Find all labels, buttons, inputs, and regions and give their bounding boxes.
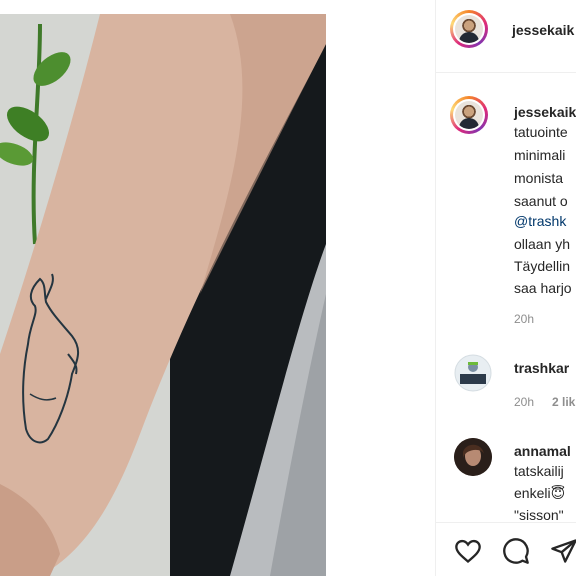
caption-line: ollaan yh	[514, 236, 571, 252]
comment-username[interactable]: trashkar	[514, 360, 569, 376]
share-icon[interactable]	[550, 537, 576, 565]
comment-icon[interactable]	[502, 537, 530, 565]
post-header: jessekaik	[436, 0, 576, 73]
commenter-avatar-image	[454, 438, 492, 476]
caption-line: Täydellin	[514, 258, 571, 274]
caption-line: tatuointe	[514, 124, 568, 140]
commenter-avatar[interactable]	[454, 438, 492, 476]
caption-line: saa harjo	[514, 280, 572, 296]
caption-line: monista	[514, 170, 564, 186]
caption-line: minimali	[514, 147, 566, 163]
comment-line: enkeli😇	[514, 485, 566, 501]
post-photo[interactable]	[0, 14, 326, 576]
commenter-avatar[interactable]	[454, 354, 492, 392]
comment-timestamp[interactable]: 20h	[514, 395, 534, 409]
heart-icon[interactable]	[454, 537, 482, 565]
post-action-bar	[436, 522, 576, 577]
caption-line: saanut o	[514, 193, 568, 209]
comment-likes[interactable]: 2 lik	[552, 395, 575, 409]
comment-username[interactable]: annamal	[514, 443, 571, 459]
comment-line: "sisson"	[514, 507, 564, 523]
caption-timestamp[interactable]: 20h	[514, 312, 534, 326]
comment-line: tatskailij	[514, 463, 564, 479]
commenter-avatar-image	[454, 354, 492, 392]
header-username[interactable]: jessekaik	[512, 22, 574, 38]
caption-username[interactable]: jessekaik	[514, 104, 576, 120]
author-avatar[interactable]	[450, 10, 488, 48]
forearm-tattoo-image	[0, 14, 326, 576]
caption-avatar[interactable]	[450, 96, 488, 134]
post-side-panel: jessekaik jessekaik tatuointe minimali m…	[435, 0, 576, 576]
caption-mention-link[interactable]: @trashk	[514, 213, 566, 229]
